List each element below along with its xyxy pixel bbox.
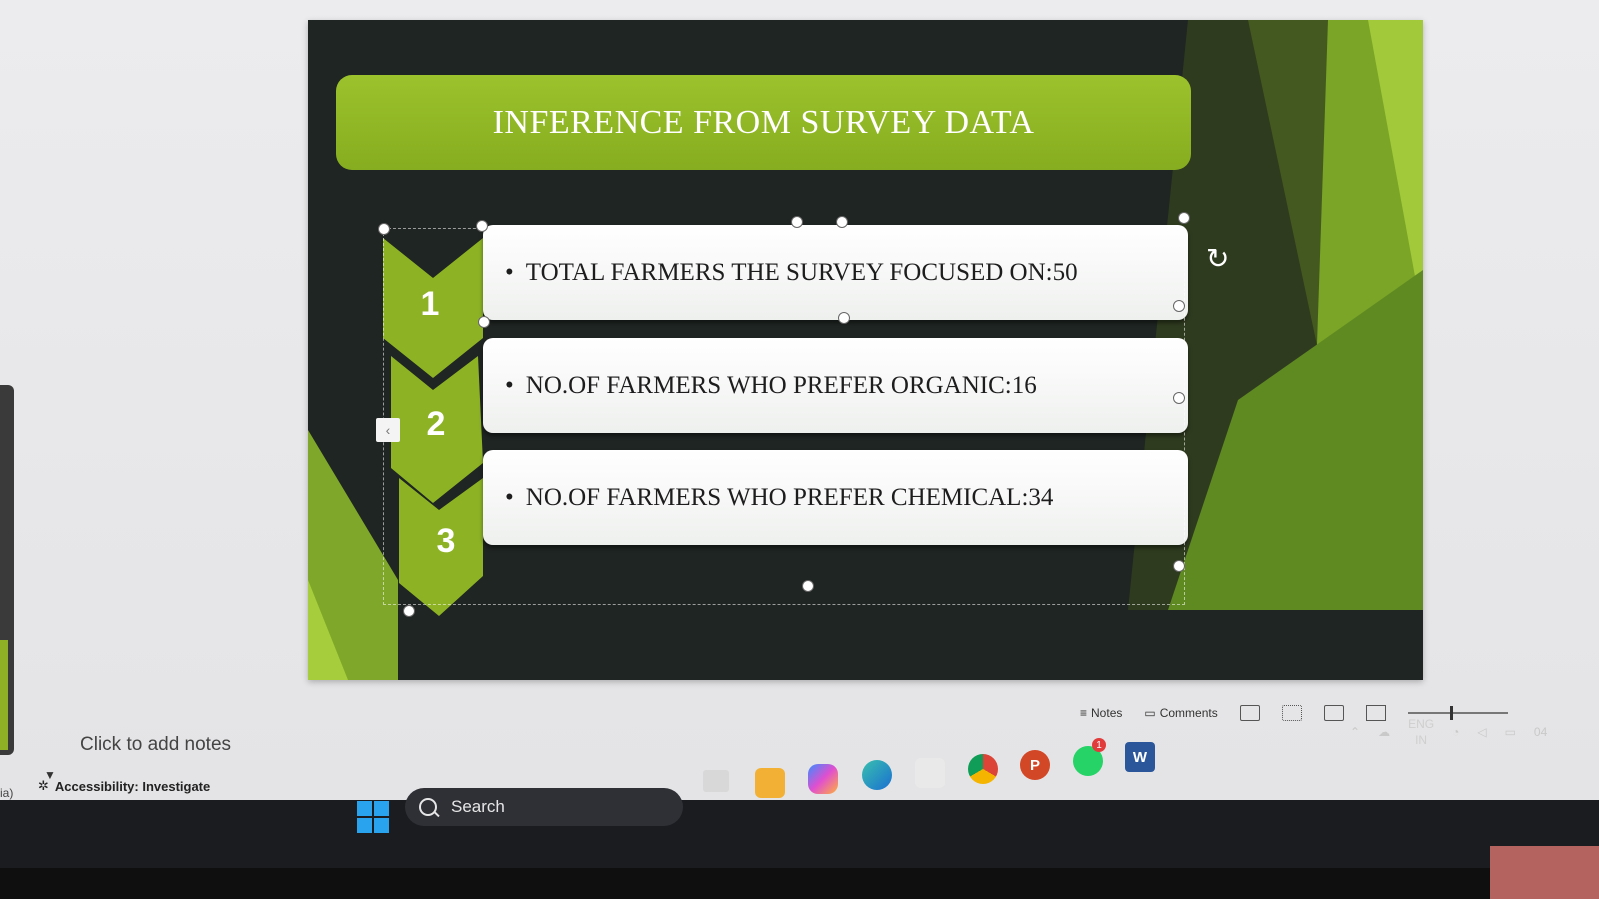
accessibility-label: Accessibility: Investigate xyxy=(54,778,211,794)
resize-handle-bottom-left[interactable] xyxy=(403,605,415,617)
system-tray: ⌃ ☁ ENG IN ◔ ◁ ▭ 04 xyxy=(1350,716,1547,748)
powerpoint-icon[interactable]: P xyxy=(1020,750,1050,780)
monitor-bezel xyxy=(0,868,1599,899)
text-pane-toggle-chevron-left-icon[interactable]: ‹ xyxy=(376,418,400,442)
resize-handle-bottom-right[interactable] xyxy=(1173,560,1185,572)
search-label: Search xyxy=(451,797,505,816)
accessibility-status[interactable]: ✲ Accessibility: Investigate xyxy=(38,778,210,794)
status-language-fragment: ia) xyxy=(0,786,14,800)
edge-icon[interactable] xyxy=(862,760,892,790)
rotate-handle-icon[interactable]: ↻ xyxy=(1206,242,1229,275)
resize-handle-bottom-inner[interactable] xyxy=(838,312,850,324)
show-hidden-icons-chevron-up-icon[interactable]: ⌃ xyxy=(1350,725,1360,739)
whatsapp-notification-badge: 1 xyxy=(1092,738,1106,752)
notes-button[interactable]: ≡ Notes xyxy=(1080,706,1122,720)
resize-handle-top-left-inner[interactable] xyxy=(476,220,488,232)
notes-placeholder[interactable]: Click to add notes xyxy=(80,734,231,756)
slide-title-banner[interactable]: INFERENCE FROM SURVEY DATA xyxy=(336,75,1191,170)
notes-button-label: Notes xyxy=(1091,706,1123,720)
taskbar-search-box[interactable]: Search xyxy=(405,788,683,826)
slide-thumbnail-edge[interactable] xyxy=(0,640,8,750)
comments-button[interactable]: ▭ Comments xyxy=(1144,706,1217,720)
normal-view-icon[interactable] xyxy=(1239,705,1260,721)
notes-icon: ≡ xyxy=(1080,706,1088,720)
clock-fragment[interactable]: 04 xyxy=(1534,725,1547,739)
copilot-icon[interactable] xyxy=(808,764,838,794)
comment-icon: ▭ xyxy=(1144,706,1156,720)
slide-sorter-view-icon[interactable] xyxy=(1281,705,1302,721)
onedrive-icon[interactable]: ☁ xyxy=(1378,725,1390,739)
language-code: ENG xyxy=(1408,717,1435,731)
desk-object xyxy=(1490,846,1599,899)
store-icon[interactable] xyxy=(915,758,945,788)
slide-title: INFERENCE FROM SURVEY DATA xyxy=(492,103,1035,141)
volume-icon[interactable]: ◁ xyxy=(1477,725,1486,739)
powerpoint-workspace: ▼ INFERENCE FROM SURVEY DATA 1 2 3 • TOTA… xyxy=(0,0,1599,800)
resize-handle-right-inner[interactable] xyxy=(1173,300,1185,312)
region-code: IN xyxy=(1415,733,1428,747)
word-icon[interactable]: W xyxy=(1125,742,1155,772)
resize-handle-left-inner[interactable] xyxy=(478,316,490,328)
resize-handle-top-left[interactable] xyxy=(378,223,390,235)
slide-canvas[interactable]: INFERENCE FROM SURVEY DATA 1 2 3 • TOTAL … xyxy=(308,20,1423,680)
chrome-icon[interactable] xyxy=(968,754,998,784)
battery-icon[interactable]: ▭ xyxy=(1505,725,1516,739)
resize-handle-bottom-mid[interactable] xyxy=(802,580,814,592)
wifi-icon[interactable]: ◔ xyxy=(1452,725,1459,739)
accessibility-icon: ✲ xyxy=(38,778,49,793)
zoom-slider[interactable] xyxy=(1407,706,1508,720)
resize-handle-right-mid[interactable] xyxy=(1173,392,1185,404)
language-indicator[interactable]: ENG IN xyxy=(1408,716,1434,748)
comments-button-label: Comments xyxy=(1159,706,1218,720)
windows-start-icon[interactable] xyxy=(357,801,389,833)
reading-view-icon[interactable] xyxy=(1323,705,1344,721)
file-explorer-icon[interactable] xyxy=(755,768,785,798)
resize-handle-top-right[interactable] xyxy=(1178,212,1190,224)
task-view-icon[interactable] xyxy=(703,770,729,792)
search-icon xyxy=(419,798,437,816)
resize-handle-top-mid-2[interactable] xyxy=(836,216,848,228)
resize-handle-top-mid-1[interactable] xyxy=(791,216,803,228)
smartart-selection-frame[interactable] xyxy=(383,228,1185,605)
